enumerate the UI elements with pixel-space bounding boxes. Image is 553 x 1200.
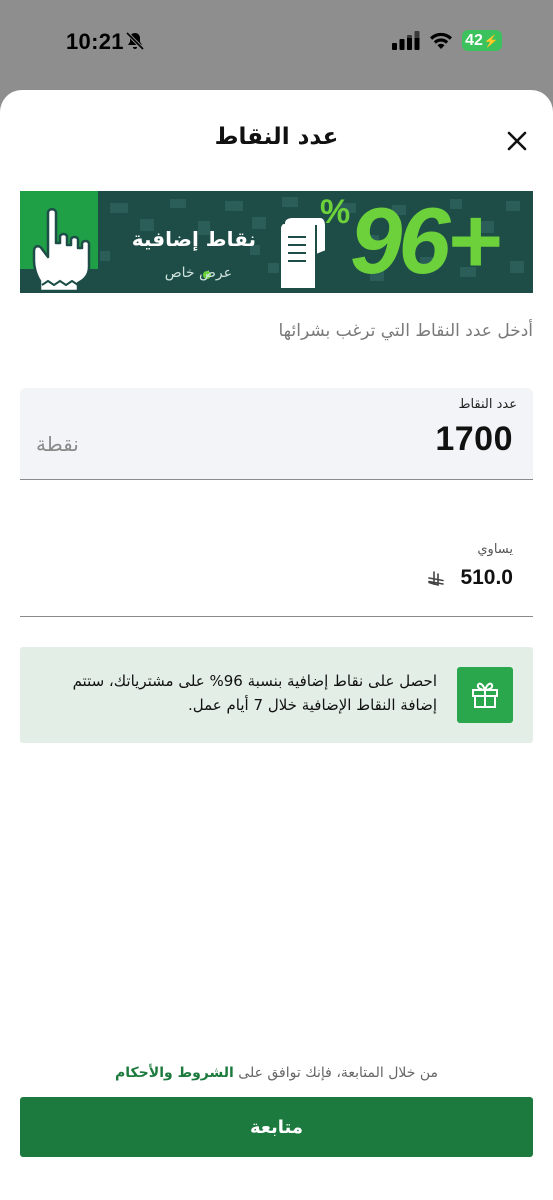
- terms-link[interactable]: الشروط والأحكام: [115, 1065, 234, 1081]
- bottom-sheet: عدد النقاط نقاط إضافية عرض خاص % 96+ أدخ…: [0, 90, 553, 1200]
- terms-prefix: من خلال المتابعة، فإنك توافق على: [233, 1065, 438, 1081]
- banner-big-number: 96+: [350, 191, 501, 293]
- equals-label: يساوي: [477, 542, 513, 557]
- prompt-text: أدخل عدد النقاط التي ترغب بشرائها: [278, 321, 533, 341]
- points-input[interactable]: 1700: [435, 420, 513, 459]
- points-unit: نقطة: [36, 432, 79, 456]
- charging-bolt-icon: ⚡: [483, 33, 499, 48]
- continue-button[interactable]: متابعة: [20, 1097, 533, 1157]
- points-input-field[interactable]: عدد النقاط 1700 نقطة: [20, 388, 533, 480]
- terms-text: من خلال المتابعة، فإنك توافق على الشروط …: [20, 1065, 533, 1081]
- banner-percent-sign: %: [320, 193, 351, 231]
- equals-field: يساوي 510.0: [20, 530, 533, 617]
- status-time: 10:21: [66, 29, 124, 54]
- close-icon[interactable]: [504, 128, 530, 154]
- banner-subtitle: عرض خاص: [164, 265, 232, 281]
- battery-level: 42: [465, 31, 483, 49]
- hand-pointer-icon: [32, 208, 91, 293]
- banner-title: نقاط إضافية: [131, 227, 256, 251]
- equals-value: 510.0: [460, 566, 513, 589]
- battery-indicator: 42 ⚡: [462, 30, 502, 51]
- points-field-label: عدد النقاط: [458, 397, 517, 412]
- status-bar: 10:21 42 ⚡: [0, 0, 553, 88]
- bell-off-icon: [125, 31, 145, 51]
- signal-icon: [392, 31, 420, 50]
- promo-banner[interactable]: نقاط إضافية عرض خاص % 96+: [20, 191, 533, 293]
- info-text: احصل على نقاط إضافية بنسبة 96% على مشتري…: [72, 672, 437, 714]
- riyal-currency-icon: [428, 571, 444, 587]
- wifi-icon: [430, 32, 452, 49]
- gift-icon: [472, 682, 498, 708]
- sheet-title: عدد النقاط: [214, 124, 339, 150]
- info-box: احصل على نقاط إضافية بنسبة 96% على مشتري…: [20, 647, 533, 743]
- gift-icon-box: [457, 667, 513, 723]
